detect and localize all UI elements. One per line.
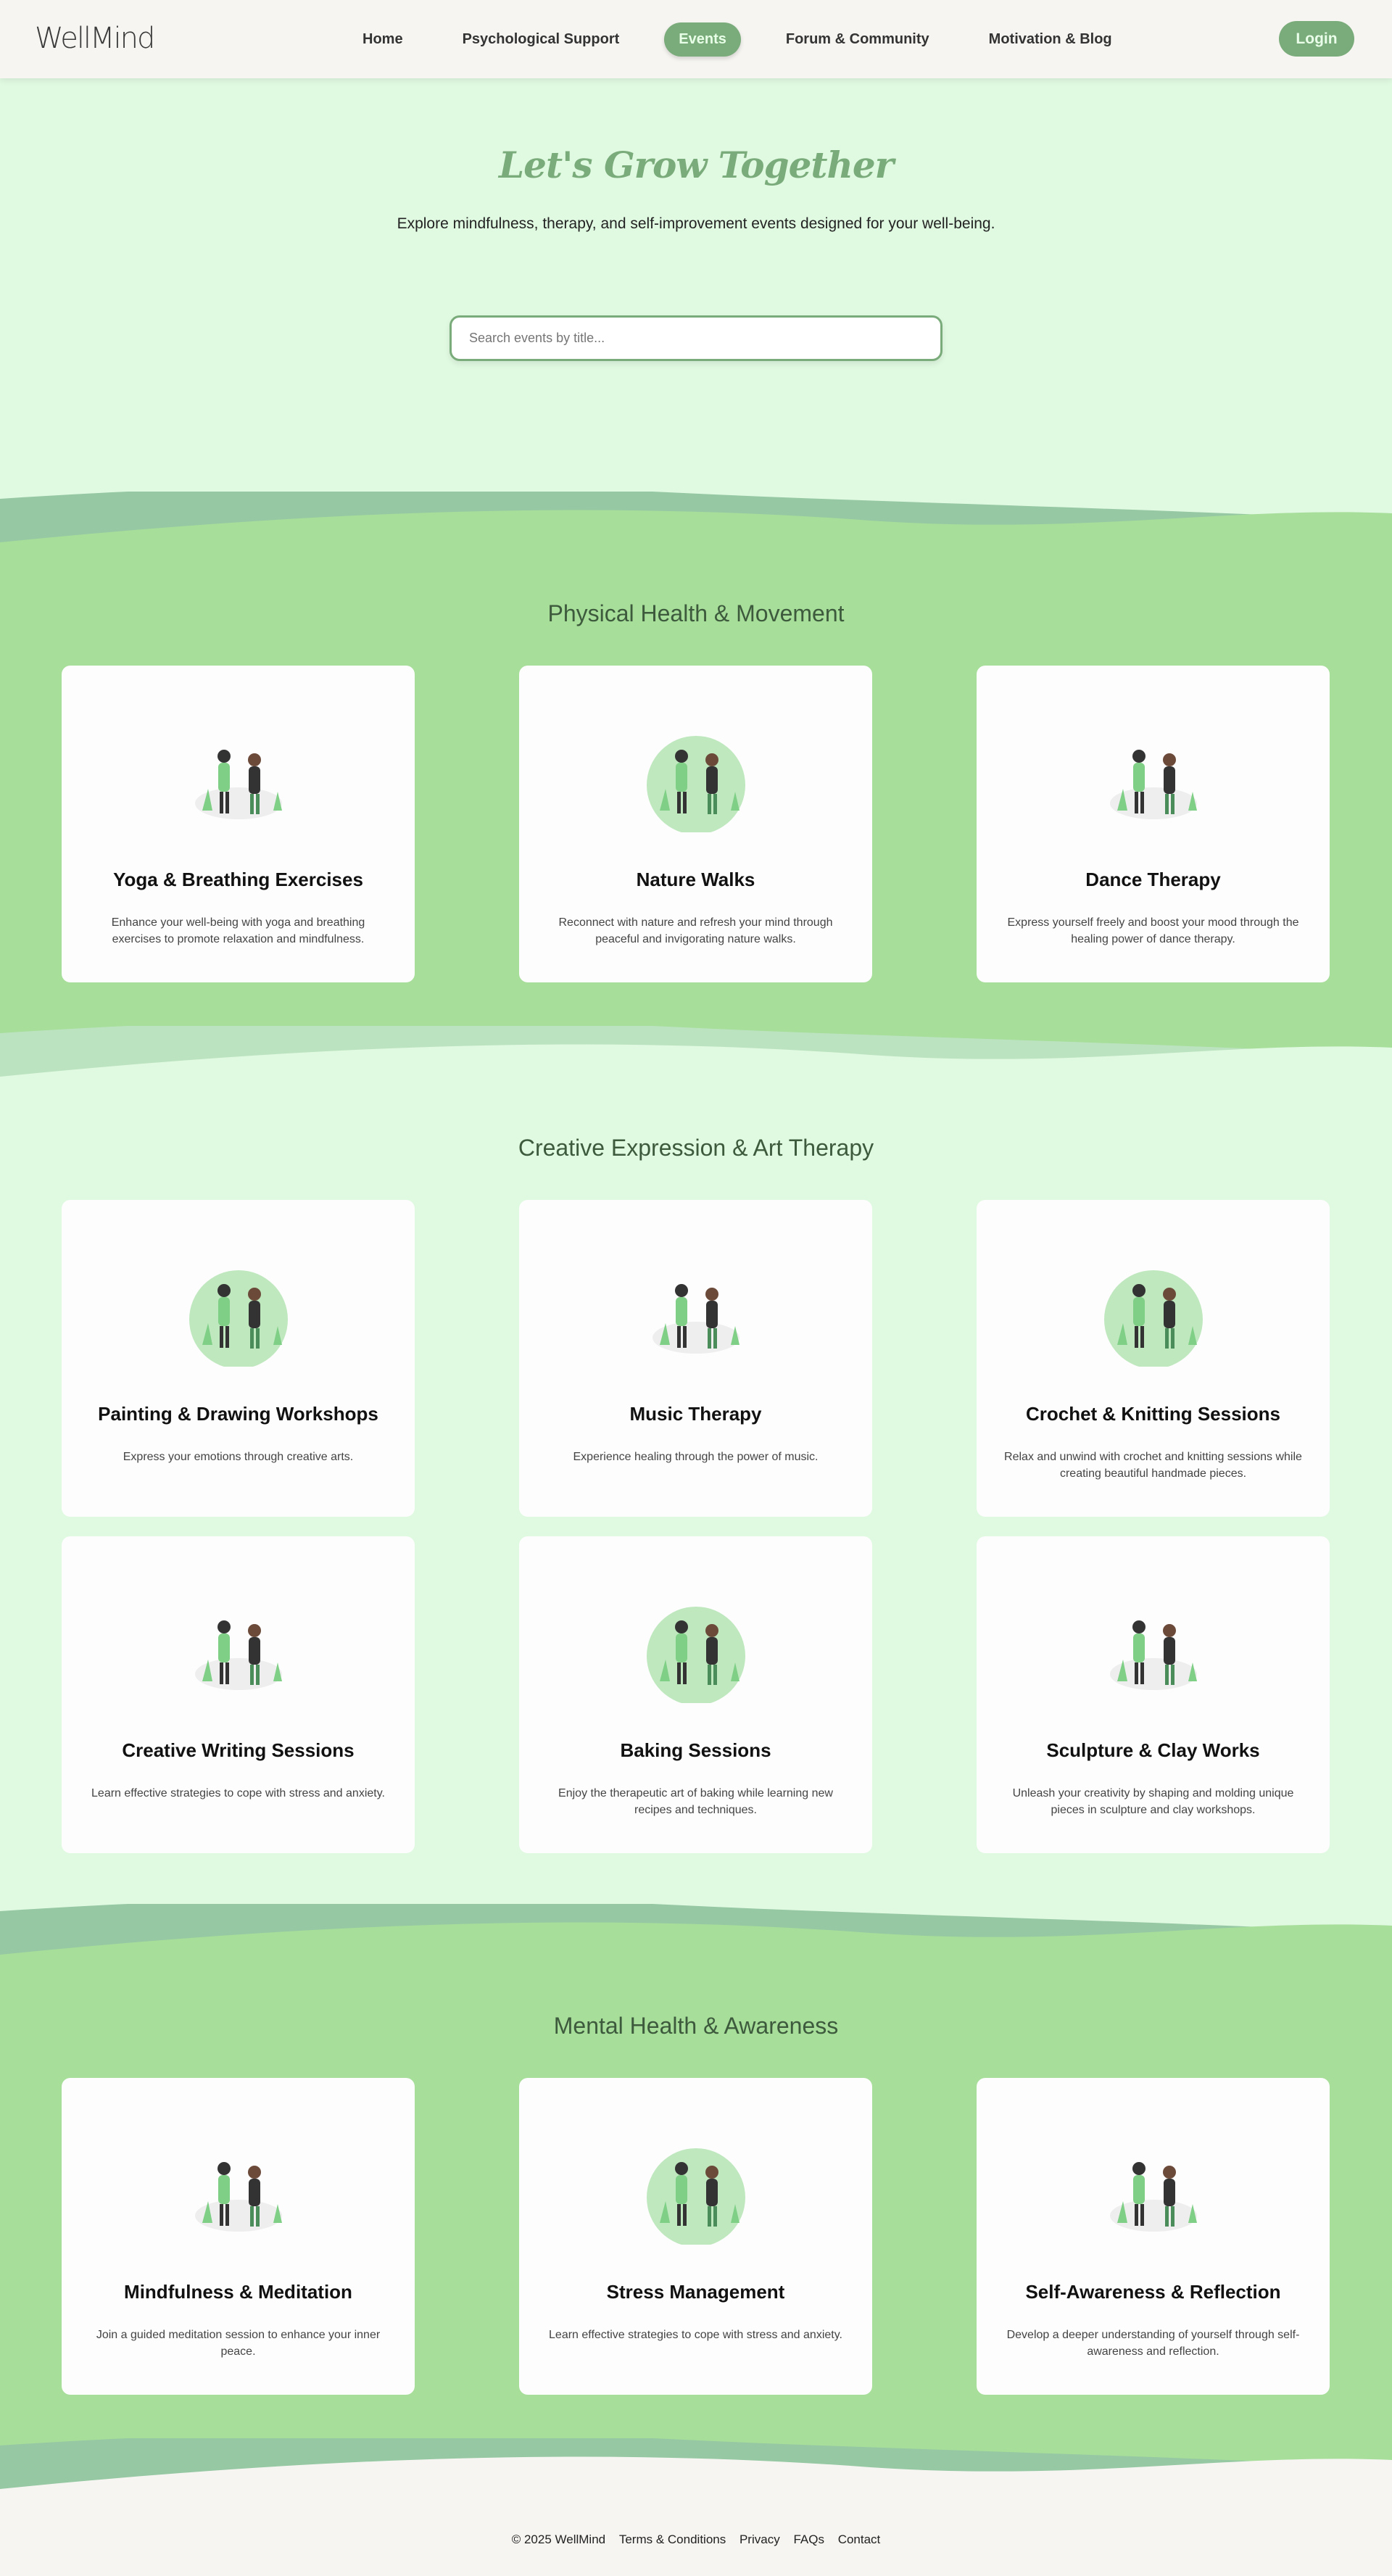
nav-links: Home Psychological Support Events Forum … — [348, 0, 1127, 78]
event-description: Experience healing through the power of … — [573, 1451, 819, 1463]
wave-divider — [0, 492, 1392, 557]
event-card[interactable]: Sculpture & Clay Works Unleash your creat… — [977, 1536, 1330, 1853]
event-title: Mindfulness & Meditation — [124, 2280, 352, 2303]
event-title: Crochet & Knitting Sessions — [1025, 1402, 1281, 1425]
footer-terms[interactable]: Terms & Conditions — [619, 2532, 726, 2546]
event-description: Express yourself freely and boost your m… — [1007, 916, 1299, 945]
event-card[interactable]: Music Therapy Experience healing through … — [519, 1200, 872, 1517]
event-description: Learn effective strategies to cope with … — [549, 2329, 842, 2341]
footer: © 2025 WellMind Terms & Conditions Priva… — [0, 2503, 1392, 2576]
event-illustration-icon — [1109, 1620, 1197, 1690]
event-title: Dance Therapy — [1085, 868, 1221, 890]
section-title: Physical Health & Movement — [547, 600, 845, 626]
footer-contact[interactable]: Contact — [838, 2532, 881, 2546]
event-title: Nature Walks — [636, 868, 755, 890]
wave-divider — [0, 1904, 1392, 1969]
event-illustration-icon — [652, 1284, 740, 1354]
event-description: Unleash your creativity by shaping and m… — [1012, 1787, 1294, 1816]
hero-title: Let's Grow Together — [499, 144, 894, 186]
event-illustration-icon — [188, 1270, 288, 1369]
event-illustration-icon — [1109, 750, 1197, 819]
section-title: Creative Expression & Art Therapy — [518, 1135, 874, 1161]
event-illustration-icon — [1109, 2162, 1197, 2232]
event-card[interactable]: Yoga & Breathing Exercises Enhance your w… — [62, 666, 415, 982]
event-description: Enjoy the therapeutic art of baking whil… — [558, 1787, 833, 1816]
event-card[interactable]: Dance Therapy Express yourself freely and… — [977, 666, 1330, 982]
event-illustration-icon — [646, 736, 745, 834]
event-description: Join a guided meditation session to enha… — [96, 2329, 381, 2358]
nav-forum[interactable]: Forum & Community — [771, 22, 944, 57]
login-button[interactable]: Login — [1279, 21, 1354, 57]
event-grid: Mindfulness & Meditation Join a guided me… — [0, 2078, 1392, 2395]
wave-divider — [0, 2438, 1392, 2503]
event-title: Stress Management — [606, 2280, 785, 2303]
event-section: Creative Expression & Art Therapy Paintin… — [0, 1091, 1392, 1904]
event-section: Mental Health & Awareness Mindfulness & M… — [0, 1969, 1392, 2438]
logo[interactable]: WellMind — [35, 22, 155, 55]
event-illustration-icon — [1103, 1270, 1203, 1369]
nav-events[interactable]: Events — [664, 22, 741, 57]
event-card[interactable]: Nature Walks Reconnect with nature and re… — [519, 666, 872, 982]
event-description: Learn effective strategies to cope with … — [91, 1787, 385, 1800]
event-title: Baking Sessions — [620, 1739, 771, 1761]
event-illustration-icon — [194, 2162, 282, 2232]
event-title: Painting & Drawing Workshops — [98, 1402, 378, 1425]
event-card[interactable]: Creative Writing Sessions Learn effective… — [62, 1536, 415, 1853]
event-card[interactable]: Mindfulness & Meditation Join a guided me… — [62, 2078, 415, 2395]
footer-privacy[interactable]: Privacy — [740, 2532, 780, 2546]
event-description: Enhance your well-being with yoga and br… — [111, 916, 365, 945]
hero: Let's Grow Together Explore mindfulness,… — [0, 78, 1392, 492]
event-card[interactable]: Painting & Drawing Workshops Express your… — [62, 1200, 415, 1517]
search-input[interactable] — [450, 315, 942, 361]
event-title: Self-Awareness & Reflection — [1025, 2280, 1281, 2303]
event-section: Physical Health & Movement Yoga & Breathi… — [0, 557, 1392, 1026]
event-title: Sculpture & Clay Works — [1046, 1739, 1260, 1761]
event-card[interactable]: Self-Awareness & Reflection Develop a dee… — [977, 2078, 1330, 2395]
event-description: Develop a deeper understanding of yourse… — [1006, 2329, 1300, 2358]
navbar: WellMind Home Psychological Support Even… — [0, 0, 1392, 78]
event-illustration-icon — [646, 2148, 745, 2247]
event-title: Creative Writing Sessions — [122, 1739, 355, 1761]
event-card[interactable]: Baking Sessions Enjoy the therapeutic art… — [519, 1536, 872, 1853]
event-grid: Yoga & Breathing Exercises Enhance your w… — [0, 666, 1392, 982]
copyright: © 2025 WellMind — [511, 2532, 606, 2546]
event-card[interactable]: Crochet & Knitting Sessions Relax and unw… — [977, 1200, 1330, 1517]
nav-home[interactable]: Home — [348, 22, 418, 57]
event-illustration-icon — [194, 1620, 282, 1690]
event-description: Reconnect with nature and refresh your m… — [558, 916, 833, 945]
event-card[interactable]: Stress Management Learn effective strateg… — [519, 2078, 872, 2395]
footer-faqs[interactable]: FAQs — [793, 2532, 824, 2546]
event-title: Music Therapy — [629, 1402, 762, 1425]
section-title: Mental Health & Awareness — [553, 2013, 839, 2039]
event-description: Relax and unwind with crochet and knitti… — [1004, 1451, 1302, 1480]
event-grid: Painting & Drawing Workshops Express your… — [0, 1200, 1392, 1853]
wave-divider — [0, 1026, 1392, 1091]
nav-motivation-blog[interactable]: Motivation & Blog — [974, 22, 1127, 57]
hero-subtitle: Explore mindfulness, therapy, and self-i… — [397, 215, 995, 232]
event-title: Yoga & Breathing Exercises — [113, 868, 363, 890]
event-description: Express your emotions through creative a… — [123, 1451, 354, 1463]
event-illustration-icon — [646, 1607, 745, 1705]
event-illustration-icon — [194, 750, 282, 819]
nav-psychological-support[interactable]: Psychological Support — [448, 22, 634, 57]
